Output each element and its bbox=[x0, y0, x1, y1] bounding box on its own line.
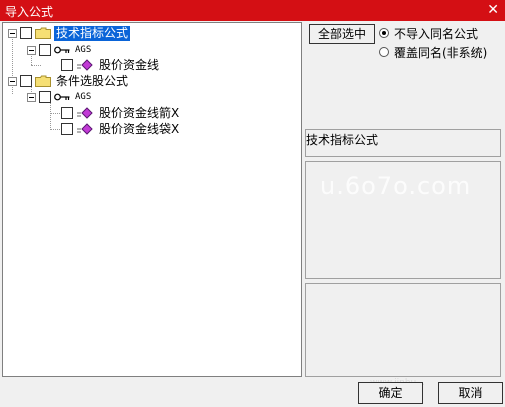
tree-node-label: 股价资金线箭X bbox=[99, 105, 180, 120]
tree-line bbox=[50, 113, 60, 114]
collapse-toggle[interactable] bbox=[27, 45, 36, 55]
folder-icon bbox=[35, 75, 51, 87]
tree-line bbox=[50, 129, 60, 130]
tree-checkbox[interactable] bbox=[39, 91, 51, 103]
collapse-toggle[interactable] bbox=[27, 92, 36, 102]
panel-title: 技术指标公式 bbox=[306, 133, 379, 147]
watermark: u.6o7o.com bbox=[320, 172, 472, 200]
select-all-button[interactable]: 全部选中 bbox=[309, 24, 375, 44]
formula-icon bbox=[77, 123, 93, 135]
import-formula-dialog: 导入公式 ✕ 技术指标公式 AGS 股价资金线 条件选股公式 AGS 股价资金线… bbox=[0, 0, 505, 407]
collapse-toggle[interactable] bbox=[8, 28, 17, 38]
tree-checkbox[interactable] bbox=[20, 27, 32, 39]
key-icon bbox=[54, 46, 70, 54]
collapse-toggle[interactable] bbox=[8, 76, 17, 86]
radio-label: 不导入同名公式 bbox=[394, 26, 479, 41]
tree-line bbox=[50, 103, 51, 130]
tree-node-label: 技术指标公式 bbox=[54, 25, 131, 41]
tree-node-ags[interactable]: AGS bbox=[27, 89, 93, 105]
tree-checkbox[interactable] bbox=[61, 107, 73, 119]
tree-checkbox[interactable] bbox=[20, 75, 32, 87]
tree-node-label: 股价资金线袋X bbox=[99, 121, 180, 136]
formula-icon bbox=[77, 59, 93, 71]
tree-checkbox[interactable] bbox=[61, 123, 73, 135]
tree-node-formula[interactable]: 股价资金线 bbox=[61, 57, 161, 73]
tree-line bbox=[31, 65, 41, 66]
folder-icon bbox=[35, 27, 51, 39]
window-title: 导入公式 bbox=[5, 5, 54, 19]
tree-checkbox[interactable] bbox=[39, 44, 51, 56]
tree-node-condition-selection[interactable]: 条件选股公式 bbox=[8, 73, 130, 89]
radio-dot[interactable] bbox=[379, 47, 389, 57]
tree-node-label: AGS bbox=[75, 44, 92, 55]
ok-button[interactable]: 确定 bbox=[358, 382, 423, 404]
title-bar: 导入公式 ✕ bbox=[0, 0, 505, 21]
tree-node-ags[interactable]: AGS bbox=[27, 42, 93, 58]
tree-node-technical-indicators[interactable]: 技术指标公式 bbox=[8, 25, 131, 41]
formula-tree[interactable]: 技术指标公式 AGS 股价资金线 条件选股公式 AGS 股价资金线箭X 股价资金… bbox=[2, 22, 302, 377]
formula-icon bbox=[77, 107, 93, 119]
detail-panel bbox=[305, 283, 501, 377]
tree-node-label: AGS bbox=[75, 91, 92, 102]
radio-dot[interactable] bbox=[379, 28, 389, 38]
close-icon[interactable]: ✕ bbox=[487, 2, 499, 18]
tree-node-formula[interactable]: 股价资金线袋X bbox=[61, 121, 181, 137]
tree-node-label: 股价资金线 bbox=[99, 57, 160, 72]
tree-node-label: 条件选股公式 bbox=[56, 73, 129, 88]
radio-label: 覆盖同名(非系统) bbox=[394, 45, 488, 60]
key-icon bbox=[54, 93, 70, 101]
tree-node-formula[interactable]: 股价资金线箭X bbox=[61, 105, 181, 121]
cancel-button[interactable]: 取消 bbox=[438, 382, 503, 404]
radio-no-import[interactable]: 不导入同名公式 bbox=[379, 25, 478, 41]
tree-checkbox[interactable] bbox=[61, 59, 73, 71]
radio-overwrite[interactable]: 覆盖同名(非系统) bbox=[379, 44, 487, 60]
